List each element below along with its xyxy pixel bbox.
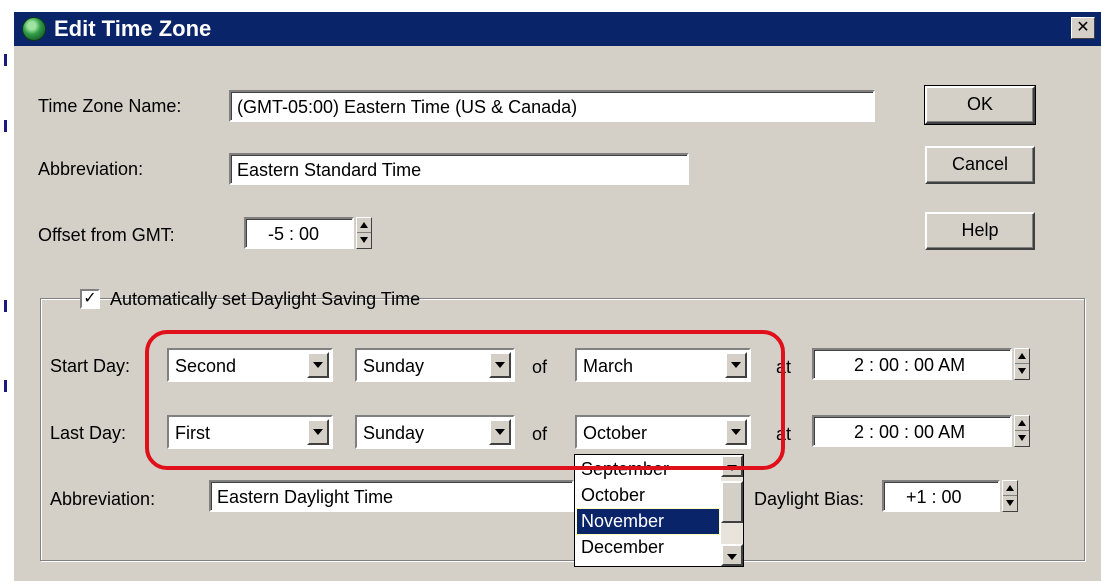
background-mark [4,380,7,392]
background-mark [4,300,7,312]
daylight-bias-spin-button[interactable] [1002,480,1018,512]
start-time-field[interactable]: 2 : 00 : 00 AM [812,348,1012,380]
time-zone-name-value: (GMT-05:00) Eastern Time (US & Canada) [237,97,578,117]
offset-value: -5 : 00 [268,224,320,244]
highlight-annotation-ring [145,330,785,470]
daylight-saving-checkbox[interactable]: ✓ [80,289,100,309]
last-time-value: 2 : 00 : 00 AM [854,422,966,442]
start-time-spin-button[interactable] [1014,348,1030,380]
scroll-down-icon[interactable] [721,544,743,566]
check-mark-icon: ✓ [83,290,97,307]
dst-abbreviation-label: Abbreviation: [50,489,156,509]
daylight-bias-label: Daylight Bias: [754,489,865,509]
daylight-bias-field[interactable]: +1 : 00 [882,480,1000,512]
last-time-field[interactable]: 2 : 00 : 00 AM [812,415,1012,447]
edit-time-zone-dialog: Edit Time Zone ✕ Time Zone Name: (GMT-05… [12,10,1101,581]
offset-label: Offset from GMT: [38,225,175,245]
window-title: Edit Time Zone [54,16,212,41]
spin-down-icon[interactable] [1015,364,1029,379]
last-time-spin-button[interactable] [1014,415,1030,447]
start-time-value: 2 : 00 : 00 AM [854,355,966,375]
close-button[interactable]: ✕ [1071,17,1095,39]
daylight-saving-checkbox-label: Automatically set Daylight Saving Time [110,289,421,309]
abbreviation-value: Eastern Standard Time [237,160,422,180]
last-day-label: Last Day: [50,423,127,443]
dropdown-item-november[interactable]: November [576,508,720,535]
help-button[interactable]: Help [925,212,1035,250]
abbreviation-field[interactable]: Eastern Standard Time [229,153,689,185]
spin-up-icon[interactable] [1015,416,1029,431]
spin-up-icon[interactable] [1015,349,1029,364]
offset-field[interactable]: -5 : 00 [244,217,354,249]
dst-abbreviation-value: Eastern Daylight Time [217,487,394,507]
spin-up-icon[interactable] [1003,481,1017,496]
spin-down-icon[interactable] [1003,496,1017,511]
ok-button[interactable]: OK [924,85,1036,125]
spin-down-icon[interactable] [357,233,371,248]
time-zone-name-field[interactable]: (GMT-05:00) Eastern Time (US & Canada) [229,90,875,122]
background-mark [4,120,7,132]
dropdown-scrollbar[interactable] [721,455,743,566]
daylight-saving-checkbox-row[interactable]: ✓ Automatically set Daylight Saving Time [80,286,420,312]
dropdown-item-december[interactable]: December [577,535,719,560]
cancel-button[interactable]: Cancel [925,146,1035,184]
abbreviation-label: Abbreviation: [38,159,144,179]
daylight-bias-value: +1 : 00 [906,487,962,507]
dropdown-item-october[interactable]: October [577,483,719,508]
spin-up-icon[interactable] [357,218,371,233]
scrollbar-thumb[interactable] [721,481,743,523]
globe-icon [22,17,46,41]
close-icon: ✕ [1076,19,1090,36]
dst-abbreviation-field[interactable]: Eastern Daylight Time [209,480,574,512]
month-dropdown-list[interactable]: September October November December [574,454,744,567]
title-bar[interactable]: Edit Time Zone ✕ [14,12,1101,46]
background-mark [4,54,7,66]
spin-down-icon[interactable] [1015,431,1029,446]
start-day-label: Start Day: [50,356,131,376]
offset-spin-button[interactable] [356,217,372,249]
time-zone-name-label: Time Zone Name: [38,96,182,116]
